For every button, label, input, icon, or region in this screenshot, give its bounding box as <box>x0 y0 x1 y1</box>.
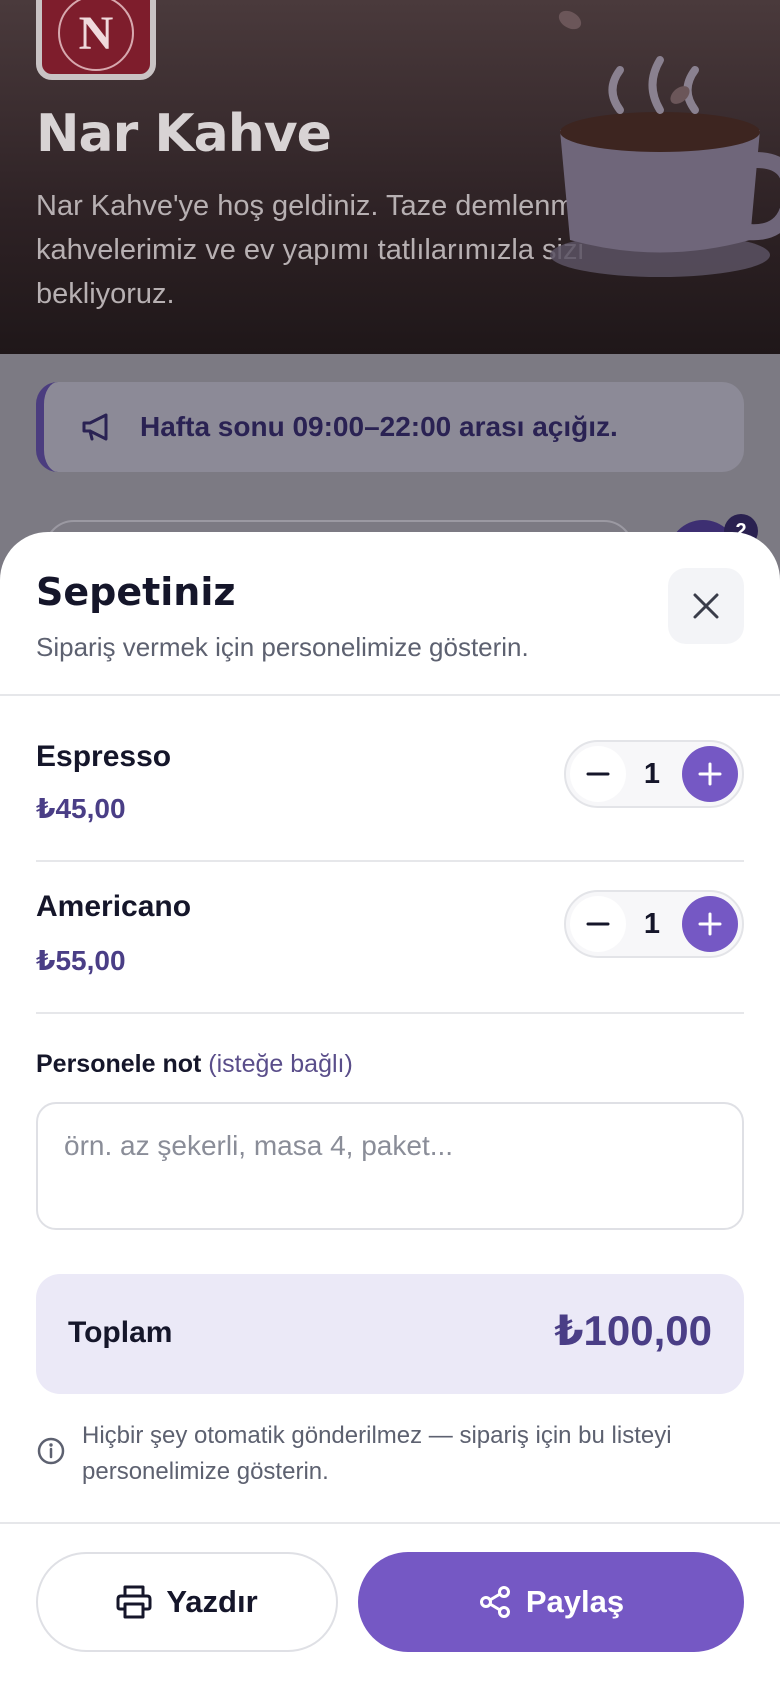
note-label-text: Personele not <box>36 1050 202 1078</box>
megaphone-icon <box>82 413 108 441</box>
minus-icon <box>586 772 610 776</box>
close-button[interactable] <box>668 568 744 644</box>
quantity-stepper-espresso: 1 <box>564 740 744 808</box>
total-label: Toplam <box>68 1316 173 1349</box>
info-icon <box>37 1437 65 1465</box>
note-label: Personele not (isteğe bağlı) <box>36 1050 353 1079</box>
print-label: Yazdır <box>166 1584 258 1619</box>
quantity-value: 1 <box>643 758 661 790</box>
quantity-value: 1 <box>643 908 661 940</box>
increase-button[interactable] <box>682 746 738 802</box>
share-label: Paylaş <box>525 1584 625 1619</box>
item-price-espresso: ₺45,00 <box>36 793 126 824</box>
brand-logo: N <box>36 0 156 80</box>
notice-text: Hafta sonu 09:00–22:00 arası açığız. <box>140 411 618 442</box>
item-divider <box>36 1012 744 1014</box>
notice-banner: Hafta sonu 09:00–22:00 arası açığız. <box>36 382 744 472</box>
quantity-stepper-americano: 1 <box>564 890 744 958</box>
info-text: Hiçbir şey otomatik gönderilmez — sipari… <box>82 1422 672 1485</box>
brand-title: Nar Kahve <box>36 104 332 164</box>
logo-letter: N <box>58 0 134 71</box>
decrease-button[interactable] <box>570 896 626 952</box>
hero-header: N Nar Kahve Nar Kahve'ye hoş geldiniz. T… <box>0 0 780 354</box>
item-name-americano: Americano <box>36 890 192 923</box>
increase-button[interactable] <box>682 896 738 952</box>
minus-icon <box>586 922 610 926</box>
item-price-americano: ₺55,00 <box>36 945 126 976</box>
sheet-title: Sepetiniz <box>36 570 236 614</box>
plus-icon <box>698 912 722 936</box>
plus-icon <box>698 762 722 786</box>
note-input[interactable] <box>36 1102 744 1230</box>
print-button[interactable]: Yazdır <box>36 1552 338 1652</box>
item-divider <box>36 860 744 862</box>
cart-sheet: Sepetiniz Sipariş vermek için personelim… <box>0 532 780 1688</box>
total-box: Toplam ₺100,00 <box>36 1274 744 1394</box>
decrease-button[interactable] <box>570 746 626 802</box>
info-row: Hiçbir şey otomatik gönderilmez — sipari… <box>36 1418 744 1490</box>
note-optional-text: (isteğe bağlı) <box>208 1050 353 1078</box>
total-value: ₺100,00 <box>554 1307 712 1354</box>
close-icon <box>693 593 719 619</box>
printer-icon <box>116 1585 152 1619</box>
footer-divider <box>0 1522 780 1524</box>
header-divider <box>0 694 780 696</box>
item-name-espresso: Espresso <box>36 740 172 773</box>
sheet-subtitle: Sipariş vermek için personelimize göster… <box>36 632 529 662</box>
coffee-cup-illustration <box>550 10 780 277</box>
share-icon <box>479 1586 510 1618</box>
share-button[interactable]: Paylaş <box>358 1552 744 1652</box>
